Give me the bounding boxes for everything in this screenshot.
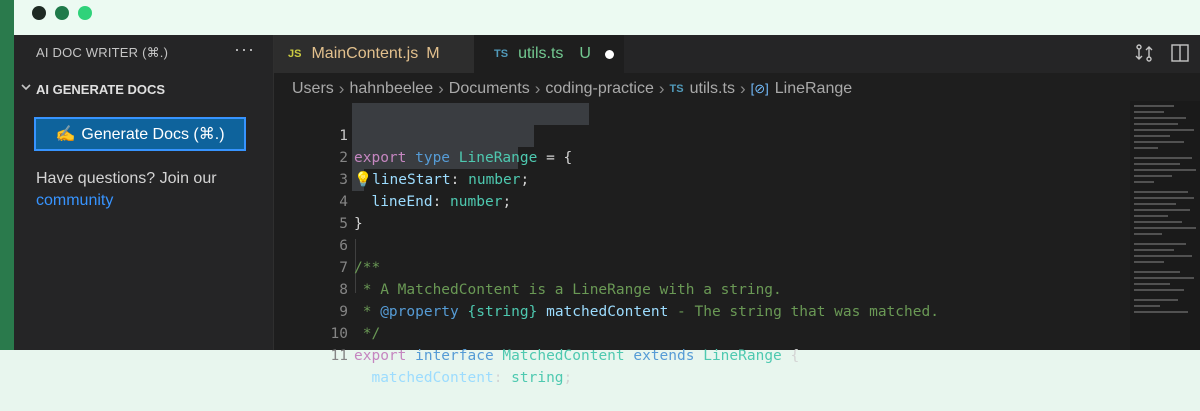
writing-hand-icon: ✍️	[55, 126, 76, 143]
breadcrumb: Users › hahnbeelee › Documents › coding-…	[292, 79, 852, 99]
chevron-right-icon: ›	[739, 79, 746, 98]
code-line: 3 lineEnd: number;	[274, 147, 1124, 210]
window-edge-decoration	[0, 0, 14, 350]
editor-tabs: JS MainContent.js M TS utils.ts U	[274, 35, 1200, 73]
symbol-variable-icon: [⊘]	[750, 81, 769, 96]
section-header-generate-docs[interactable]: AI GENERATE DOCS	[14, 79, 273, 101]
typescript-file-icon: TS	[669, 83, 684, 95]
section-title: AI GENERATE DOCS	[36, 82, 166, 97]
split-editor-icon[interactable]	[1170, 43, 1190, 63]
close-window-button[interactable]	[32, 6, 46, 20]
javascript-file-icon: JS	[288, 48, 302, 60]
minimap[interactable]	[1130, 101, 1200, 350]
breadcrumb-file[interactable]: utils.ts	[690, 80, 735, 98]
code-line: 6 /**	[274, 213, 1124, 276]
code-line: 1 export type LineRange = {	[274, 103, 1124, 166]
tab-utils-ts[interactable]: TS utils.ts U	[474, 35, 624, 73]
tab-label: utils.ts	[518, 45, 564, 62]
chevron-down-icon	[21, 84, 31, 91]
code-text: export interface MatchedContent extends …	[354, 348, 800, 364]
line-number: 11	[330, 348, 348, 364]
code-line: 9 */	[274, 279, 1124, 342]
code-text: matchedContent: string;	[371, 370, 573, 386]
breadcrumb-item[interactable]: coding-practice	[545, 80, 654, 98]
breadcrumb-symbol[interactable]: LineRange	[775, 80, 852, 98]
chevron-right-icon: ›	[534, 79, 541, 98]
breadcrumb-item[interactable]: Users	[292, 80, 334, 98]
code-line: 4 }	[274, 169, 1124, 232]
editor-actions	[1134, 43, 1190, 63]
unsaved-dot-icon[interactable]	[604, 49, 614, 59]
tab-label: MainContent.js	[311, 45, 419, 62]
window-titlebar	[14, 0, 1200, 35]
code-line: 5	[274, 191, 1124, 232]
help-prompt: Have questions? Join our	[36, 170, 217, 187]
code-line: 8 * @property {string} matchedContent - …	[274, 257, 1124, 320]
modified-badge: M	[426, 45, 440, 62]
maximize-window-button[interactable]	[78, 6, 92, 20]
code-line: 10 export interface MatchedContent exten…	[274, 301, 1124, 364]
generate-docs-button[interactable]: ✍️ Generate Docs (⌘.)	[34, 117, 246, 151]
code-line: 7 * A MatchedContent is a LineRange with…	[274, 235, 1124, 298]
code-editor[interactable]: 1 export type LineRange = { 2 💡lineStart…	[274, 103, 1124, 386]
breadcrumb-item[interactable]: hahnbeelee	[349, 80, 433, 98]
sidebar: AI DOC WRITER (⌘.) ··· AI GENERATE DOCS …	[14, 35, 274, 350]
editor-window: AI DOC WRITER (⌘.) ··· AI GENERATE DOCS …	[14, 35, 1200, 386]
community-link[interactable]: community	[36, 192, 113, 209]
compare-changes-icon[interactable]	[1134, 43, 1154, 63]
chevron-right-icon: ›	[658, 79, 665, 98]
breadcrumb-item[interactable]: Documents	[449, 80, 530, 98]
code-line: 11 matchedContent: string;	[274, 323, 1124, 386]
minimize-window-button[interactable]	[55, 6, 69, 20]
more-actions-icon[interactable]: ···	[234, 39, 255, 60]
untracked-badge: U	[579, 45, 591, 62]
typescript-file-icon: TS	[494, 48, 509, 60]
chevron-right-icon: ›	[438, 79, 444, 98]
sidebar-title: AI DOC WRITER (⌘.)	[36, 45, 169, 60]
code-line: 2 💡lineStart: number;	[274, 125, 1124, 188]
tab-maincontent-js[interactable]: JS MainContent.js M	[274, 35, 474, 73]
generate-docs-label: Generate Docs (⌘.)	[81, 126, 225, 143]
help-text: Have questions? Join our community	[36, 168, 256, 212]
chevron-right-icon: ›	[338, 79, 345, 98]
